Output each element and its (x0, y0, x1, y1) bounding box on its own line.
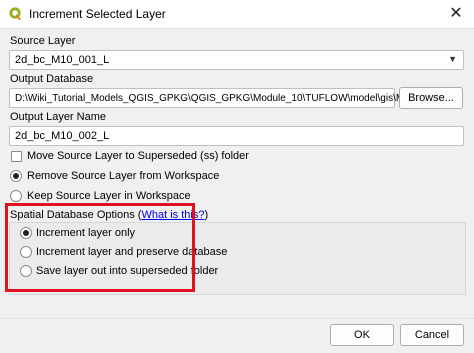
cancel-button[interactable]: Cancel (400, 324, 464, 346)
chevron-down-icon: ▼ (448, 54, 457, 64)
footer-divider (0, 318, 474, 319)
output-layer-name-label: Output Layer Name (10, 111, 106, 123)
output-database-field[interactable]: D:\Wiki_Tutorial_Models_QGIS_GPKG\QGIS_G… (9, 88, 462, 108)
highlight-box (5, 203, 195, 292)
output-layer-name-value: 2d_bc_M10_002_L (15, 130, 110, 142)
remove-from-workspace-label: Remove Source Layer from Workspace (27, 170, 220, 182)
output-database-label: Output Database (10, 73, 94, 85)
source-layer-value: 2d_bc_M10_001_L (15, 54, 110, 66)
remove-from-workspace-radio[interactable] (10, 170, 22, 182)
output-database-value: D:\Wiki_Tutorial_Models_QGIS_GPKG\QGIS_G… (15, 93, 463, 104)
output-layer-name-field[interactable]: 2d_bc_M10_002_L (9, 126, 464, 146)
move-superseded-label: Move Source Layer to Superseded (ss) fol… (27, 150, 249, 162)
source-layer-combo[interactable]: 2d_bc_M10_001_L ▼ (9, 50, 464, 70)
move-superseded-checkbox[interactable] (11, 151, 22, 162)
ok-button[interactable]: OK (330, 324, 394, 346)
title-bar: Increment Selected Layer ✕ (0, 0, 474, 29)
qgis-icon (9, 7, 22, 21)
source-layer-label: Source Layer (10, 35, 76, 47)
browse-button[interactable]: Browse... (399, 87, 463, 109)
keep-in-workspace-radio[interactable] (10, 190, 22, 202)
close-icon[interactable]: ✕ (446, 4, 466, 24)
keep-in-workspace-label: Keep Source Layer in Workspace (27, 190, 191, 202)
window-title: Increment Selected Layer (29, 7, 166, 21)
